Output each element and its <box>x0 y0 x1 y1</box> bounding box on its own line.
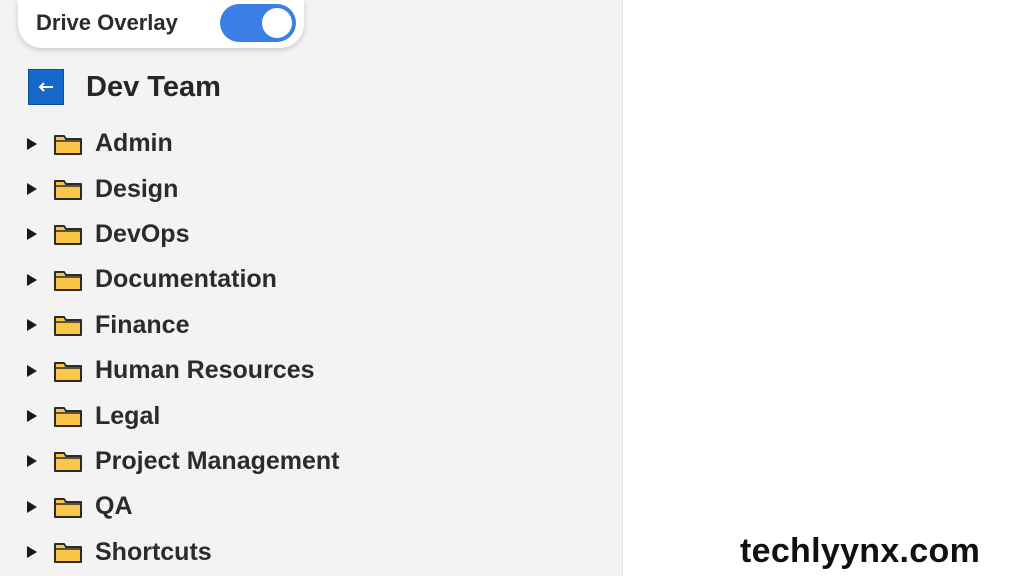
folder-label: QA <box>95 492 133 521</box>
drive-sidebar-panel: Drive Overlay Dev Team Admin Design DevO… <box>0 0 623 576</box>
folder-item-documentation[interactable]: Documentation <box>26 257 340 302</box>
folder-item-finance[interactable]: Finance <box>26 303 340 348</box>
folder-label: DevOps <box>95 219 190 248</box>
folder-item-legal[interactable]: Legal <box>26 393 340 438</box>
switch-knob <box>262 8 292 38</box>
expand-caret-icon[interactable] <box>26 317 42 333</box>
folder-label: Admin <box>95 129 173 158</box>
expand-caret-icon[interactable] <box>26 136 42 152</box>
expand-caret-icon[interactable] <box>26 272 42 288</box>
folder-item-devops[interactable]: DevOps <box>26 212 340 257</box>
expand-caret-icon[interactable] <box>26 226 42 242</box>
folder-icon <box>53 449 83 473</box>
folder-label: Legal <box>95 401 161 430</box>
folder-label: Shortcuts <box>95 537 212 566</box>
expand-caret-icon[interactable] <box>26 544 42 560</box>
watermark-text: techlyynx.com <box>740 532 981 570</box>
folder-icon <box>53 540 83 564</box>
folder-item-design[interactable]: Design <box>26 166 340 211</box>
folder-tree: Admin Design DevOps Documentation Financ… <box>26 121 340 575</box>
back-arrow-icon <box>38 82 53 92</box>
expand-caret-icon[interactable] <box>26 408 42 424</box>
expand-caret-icon[interactable] <box>26 499 42 515</box>
folder-label: Documentation <box>95 265 277 294</box>
team-title: Dev Team <box>86 70 221 103</box>
back-button[interactable] <box>28 69 64 105</box>
folder-icon <box>53 404 83 428</box>
folder-label: Human Resources <box>95 356 315 385</box>
folder-item-project-management[interactable]: Project Management <box>26 439 340 484</box>
expand-caret-icon[interactable] <box>26 363 42 379</box>
folder-icon <box>53 268 83 292</box>
folder-item-admin[interactable]: Admin <box>26 121 340 166</box>
expand-caret-icon[interactable] <box>26 453 42 469</box>
drive-overlay-toggle-card: Drive Overlay <box>18 0 304 48</box>
expand-caret-icon[interactable] <box>26 181 42 197</box>
folder-header: Dev Team <box>28 68 221 106</box>
folder-icon <box>53 132 83 156</box>
folder-icon <box>53 495 83 519</box>
folder-icon <box>53 313 83 337</box>
folder-item-human-resources[interactable]: Human Resources <box>26 348 340 393</box>
folder-icon <box>53 177 83 201</box>
folder-item-qa[interactable]: QA <box>26 484 340 529</box>
drive-overlay-switch[interactable] <box>220 4 296 42</box>
folder-label: Finance <box>95 310 190 339</box>
folder-label: Design <box>95 174 179 203</box>
folder-icon <box>53 222 83 246</box>
drive-overlay-label: Drive Overlay <box>36 10 178 35</box>
folder-icon <box>53 359 83 383</box>
folder-label: Project Management <box>95 446 340 475</box>
folder-item-shortcuts[interactable]: Shortcuts <box>26 530 340 575</box>
